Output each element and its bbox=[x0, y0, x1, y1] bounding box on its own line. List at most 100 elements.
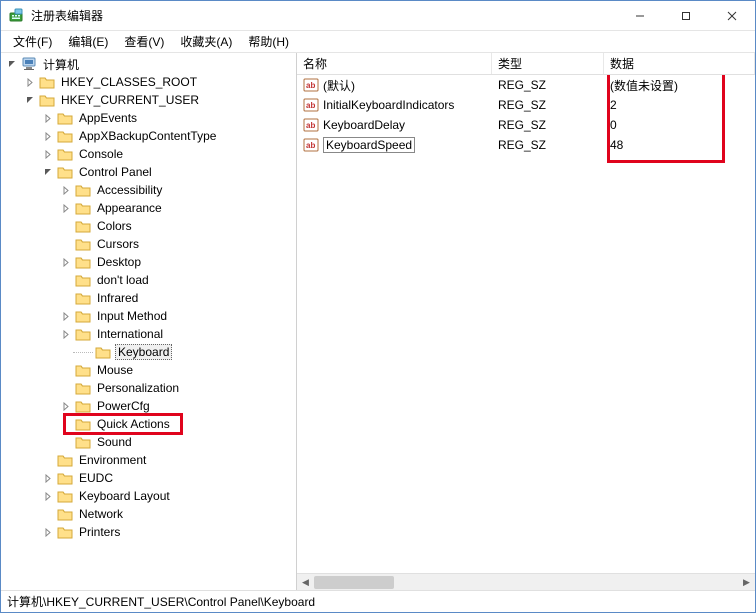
expander-icon[interactable] bbox=[41, 525, 55, 539]
folder-icon bbox=[75, 309, 91, 323]
expander-icon[interactable] bbox=[59, 399, 73, 413]
tree-label: Quick Actions bbox=[95, 417, 172, 431]
value-type: REG_SZ bbox=[492, 98, 604, 112]
column-data[interactable]: 数据 bbox=[604, 53, 755, 74]
tree-item-powercfg[interactable]: PowerCfg bbox=[1, 397, 296, 415]
scroll-right-arrow[interactable]: ▶ bbox=[738, 574, 755, 591]
tree-item-computer[interactable]: 计算机 bbox=[1, 55, 296, 73]
tree-label: Keyboard bbox=[115, 344, 172, 360]
tree-label: HKEY_CURRENT_USER bbox=[59, 93, 201, 107]
value-data: (数值未设置) bbox=[604, 77, 755, 94]
tree-pane[interactable]: 计算机 HKEY_CLASSES_ROOT HKEY_CURRENT_USER App… bbox=[1, 53, 297, 590]
svg-text:ab: ab bbox=[306, 81, 315, 90]
tree-item-dontload[interactable]: don't load bbox=[1, 271, 296, 289]
tree-label: Environment bbox=[77, 453, 148, 467]
expander-icon[interactable] bbox=[59, 183, 73, 197]
main-split: 计算机 HKEY_CLASSES_ROOT HKEY_CURRENT_USER App… bbox=[1, 53, 755, 590]
expander-icon[interactable] bbox=[41, 111, 55, 125]
list-row[interactable]: abKeyboardDelayREG_SZ0 bbox=[297, 115, 755, 135]
folder-icon bbox=[75, 219, 91, 233]
menu-file[interactable]: 文件(F) bbox=[5, 31, 60, 52]
value-name: KeyboardDelay bbox=[323, 118, 492, 132]
folder-icon bbox=[75, 273, 91, 287]
minimize-button[interactable] bbox=[617, 1, 663, 30]
expander-icon[interactable] bbox=[59, 309, 73, 323]
folder-icon bbox=[75, 201, 91, 215]
value-data: 48 bbox=[604, 138, 755, 152]
horizontal-scrollbar[interactable]: ◀ ▶ bbox=[297, 573, 755, 590]
folder-icon bbox=[57, 489, 73, 503]
tree-item-control-panel[interactable]: Control Panel bbox=[1, 163, 296, 181]
tree-item-appx[interactable]: AppXBackupContentType bbox=[1, 127, 296, 145]
tree-item-personalization[interactable]: Personalization bbox=[1, 379, 296, 397]
expander-icon[interactable] bbox=[41, 129, 55, 143]
tree-item-inputmethod[interactable]: Input Method bbox=[1, 307, 296, 325]
tree-item-international[interactable]: International bbox=[1, 325, 296, 343]
expander-icon[interactable] bbox=[41, 165, 55, 179]
tree-item-hkcr[interactable]: HKEY_CLASSES_ROOT bbox=[1, 73, 296, 91]
list-body[interactable]: ab(默认)REG_SZ(数值未设置)abInitialKeyboardIndi… bbox=[297, 75, 755, 573]
expander-icon[interactable] bbox=[41, 471, 55, 485]
tree-item-appevents[interactable]: AppEvents bbox=[1, 109, 296, 127]
folder-icon bbox=[95, 345, 111, 359]
string-value-icon: ab bbox=[303, 77, 319, 93]
tree-label: EUDC bbox=[77, 471, 115, 485]
folder-icon bbox=[57, 525, 73, 539]
tree-item-infrared[interactable]: Infrared bbox=[1, 289, 296, 307]
tree-item-hkcu[interactable]: HKEY_CURRENT_USER bbox=[1, 91, 296, 109]
list-row[interactable]: ab(默认)REG_SZ(数值未设置) bbox=[297, 75, 755, 95]
expander-icon[interactable] bbox=[41, 147, 55, 161]
tree-item-appearance[interactable]: Appearance bbox=[1, 199, 296, 217]
value-data: 2 bbox=[604, 98, 755, 112]
expander-icon[interactable] bbox=[59, 255, 73, 269]
menu-edit[interactable]: 编辑(E) bbox=[60, 31, 116, 52]
menu-help[interactable]: 帮助(H) bbox=[240, 31, 297, 52]
tree-item-cursors[interactable]: Cursors bbox=[1, 235, 296, 253]
folder-icon bbox=[21, 57, 37, 71]
column-name[interactable]: 名称 bbox=[297, 53, 492, 74]
tree-label: Input Method bbox=[95, 309, 169, 323]
tree-item-console[interactable]: Console bbox=[1, 145, 296, 163]
tree-item-quickactions[interactable]: Quick Actions bbox=[1, 415, 296, 433]
tree-item-eudc[interactable]: EUDC bbox=[1, 469, 296, 487]
maximize-button[interactable] bbox=[663, 1, 709, 30]
tree-item-desktop[interactable]: Desktop bbox=[1, 253, 296, 271]
expander-icon[interactable] bbox=[41, 489, 55, 503]
list-row[interactable]: abInitialKeyboardIndicatorsREG_SZ2 bbox=[297, 95, 755, 115]
tree-label: Appearance bbox=[95, 201, 164, 215]
column-type[interactable]: 类型 bbox=[492, 53, 604, 74]
expander-icon[interactable] bbox=[23, 75, 37, 89]
tree-item-keyboard[interactable]: Keyboard bbox=[1, 343, 296, 361]
folder-icon bbox=[57, 471, 73, 485]
scroll-thumb[interactable] bbox=[314, 576, 394, 589]
tree-item-sound[interactable]: Sound bbox=[1, 433, 296, 451]
expander-icon[interactable] bbox=[59, 327, 73, 341]
expander-icon[interactable] bbox=[59, 201, 73, 215]
tree-item-colors[interactable]: Colors bbox=[1, 217, 296, 235]
tree-label: Control Panel bbox=[77, 165, 154, 179]
svg-text:ab: ab bbox=[306, 121, 315, 130]
tree-item-printers[interactable]: Printers bbox=[1, 523, 296, 541]
folder-icon bbox=[39, 93, 55, 107]
list-row[interactable]: abKeyboardSpeedREG_SZ48 bbox=[297, 135, 755, 155]
app-icon bbox=[9, 8, 25, 24]
menu-view[interactable]: 查看(V) bbox=[116, 31, 172, 52]
tree-label: Sound bbox=[95, 435, 134, 449]
tree-item-mouse[interactable]: Mouse bbox=[1, 361, 296, 379]
expander-icon[interactable] bbox=[5, 57, 19, 71]
close-button[interactable] bbox=[709, 1, 755, 30]
tree-label: AppXBackupContentType bbox=[77, 129, 218, 143]
tree-item-kblayout[interactable]: Keyboard Layout bbox=[1, 487, 296, 505]
window-title: 注册表编辑器 bbox=[31, 7, 617, 24]
folder-icon bbox=[75, 381, 91, 395]
tree-label: Mouse bbox=[95, 363, 135, 377]
tree-item-environment[interactable]: Environment bbox=[1, 451, 296, 469]
value-name: InitialKeyboardIndicators bbox=[323, 98, 492, 112]
tree-item-accessibility[interactable]: Accessibility bbox=[1, 181, 296, 199]
folder-icon bbox=[75, 363, 91, 377]
scroll-left-arrow[interactable]: ◀ bbox=[297, 574, 314, 591]
menu-favorites[interactable]: 收藏夹(A) bbox=[172, 31, 240, 52]
tree-item-network[interactable]: Network bbox=[1, 505, 296, 523]
expander-icon[interactable] bbox=[23, 93, 37, 107]
tree-label: HKEY_CLASSES_ROOT bbox=[59, 75, 199, 89]
